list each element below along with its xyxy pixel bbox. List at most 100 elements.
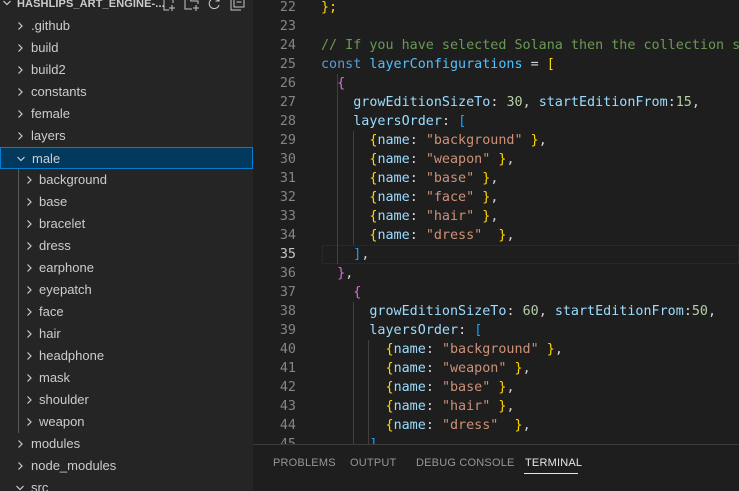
code-token: : xyxy=(683,304,692,319)
code-line[interactable]: 43 {name: "hair" }, xyxy=(253,397,739,416)
code-line[interactable]: 32 {name: "face" }, xyxy=(253,188,739,207)
chevron-right-icon[interactable] xyxy=(15,130,25,142)
code-text: {name: "base" }, xyxy=(321,378,515,397)
tree-item-label: .github xyxy=(31,18,71,33)
chevron-down-icon xyxy=(3,0,11,6)
code-editor[interactable]: 22}; 23 24 // If you have selected Solana t… xyxy=(253,0,739,444)
chevron-right-icon[interactable] xyxy=(24,416,34,428)
code-line[interactable]: 38 growEditionSizeTo: 60, startEditionFr… xyxy=(253,302,739,321)
code-text: const layerConfigurations = [ xyxy=(321,55,555,74)
code-line[interactable]: 26 { xyxy=(253,74,739,93)
refresh-icon[interactable] xyxy=(206,0,223,11)
code-line[interactable]: 22}; xyxy=(253,0,739,17)
line-number: 37 xyxy=(279,285,296,300)
code-token: } xyxy=(530,133,539,148)
tree-item-earphone[interactable]: earphone xyxy=(0,257,253,279)
code-text: }, xyxy=(321,264,353,283)
tree-item-bracelet[interactable]: bracelet xyxy=(0,213,253,235)
code-line[interactable]: 33 {name: "hair" }, xyxy=(253,207,739,226)
chevron-right-icon[interactable] xyxy=(24,350,34,362)
code-token: "base" xyxy=(441,380,491,395)
tree-item-node-modules[interactable]: node_modules xyxy=(0,455,253,477)
code-line[interactable]: 24 // If you have selected Solana then th… xyxy=(253,36,739,55)
chevron-right-icon[interactable] xyxy=(15,86,25,98)
code-line[interactable]: 29 {name: "background" }, xyxy=(253,131,739,150)
code-token: { xyxy=(337,76,346,91)
chevron-right-icon[interactable] xyxy=(15,460,25,472)
tab-terminal[interactable]: TERMINAL xyxy=(525,457,582,469)
tree-item-eyepatch[interactable]: eyepatch xyxy=(0,279,253,301)
code-line[interactable]: 39 layersOrder: [ xyxy=(253,321,739,340)
tree-item-face[interactable]: face xyxy=(0,301,253,323)
code-line[interactable]: 31 {name: "base" }, xyxy=(253,169,739,188)
indent-guide xyxy=(368,340,369,444)
chevron-right-icon[interactable] xyxy=(24,372,34,384)
code-line[interactable]: 35 ], xyxy=(253,245,739,264)
chevron-right-icon[interactable] xyxy=(15,64,25,76)
new-folder-icon[interactable] xyxy=(183,0,200,11)
code-line[interactable]: 41 {name: "weapon" }, xyxy=(253,359,739,378)
code-line[interactable]: 23 xyxy=(253,17,739,36)
tree-item-github[interactable]: .github xyxy=(0,15,253,37)
code-line[interactable]: 30 {name: "weapon" }, xyxy=(253,150,739,169)
tree-item-weapon[interactable]: weapon xyxy=(0,411,253,433)
tab-problems[interactable]: PROBLEMS xyxy=(273,457,336,469)
tab-output[interactable]: OUTPUT xyxy=(350,457,396,469)
tree-item-background[interactable]: background xyxy=(0,169,253,191)
chevron-right-icon[interactable] xyxy=(24,240,34,252)
indent-guide xyxy=(337,74,338,264)
chevron-right-icon[interactable] xyxy=(15,438,25,450)
chevron-right-icon[interactable] xyxy=(24,306,34,318)
chevron-right-icon[interactable] xyxy=(24,174,34,186)
chevron-right-icon[interactable] xyxy=(24,284,34,296)
tree-item-mask[interactable]: mask xyxy=(0,367,253,389)
chevron-right-icon[interactable] xyxy=(15,108,25,120)
tree-item-male[interactable]: male xyxy=(0,147,253,169)
code-line[interactable]: 28 layersOrder: [ xyxy=(253,112,739,131)
tree-item-shoulder[interactable]: shoulder xyxy=(0,389,253,411)
chevron-right-icon[interactable] xyxy=(24,218,34,230)
code-token: : xyxy=(458,323,475,338)
tree-item-build2[interactable]: build2 xyxy=(0,59,253,81)
chevron-down-icon[interactable] xyxy=(15,482,25,491)
chevron-right-icon[interactable] xyxy=(24,394,34,406)
tree-item-headphone[interactable]: headphone xyxy=(0,345,253,367)
chevron-right-icon[interactable] xyxy=(24,262,34,274)
code-token: : xyxy=(409,152,426,167)
code-line[interactable]: 42 {name: "base" }, xyxy=(253,378,739,397)
code-line[interactable]: 27 growEditionSizeTo: 30, startEditionFr… xyxy=(253,93,739,112)
code-line[interactable]: 37 { xyxy=(253,283,739,302)
chevron-right-icon[interactable] xyxy=(24,328,34,340)
code-line[interactable]: 45 ], xyxy=(253,435,739,444)
code-token: 30 xyxy=(506,95,523,110)
tree-item-src[interactable]: src xyxy=(0,477,253,491)
chevron-right-icon[interactable] xyxy=(15,42,25,54)
collapse-all-icon[interactable] xyxy=(229,0,246,11)
tree-item-constants[interactable]: constants xyxy=(0,81,253,103)
tree-item-hair[interactable]: hair xyxy=(0,323,253,345)
code-line[interactable]: 34 {name: "dress" }, xyxy=(253,226,739,245)
chevron-right-icon[interactable] xyxy=(15,20,25,32)
code-token: "background" xyxy=(441,342,539,357)
code-line[interactable]: 40 {name: "background" }, xyxy=(253,340,739,359)
tree-item-base[interactable]: base xyxy=(0,191,253,213)
tree-item-female[interactable]: female xyxy=(0,103,253,125)
new-file-icon[interactable] xyxy=(160,0,177,11)
explorer-root-header[interactable]: HASHLIPS_ART_ENGINE-... xyxy=(0,0,253,15)
code-token: "dress" xyxy=(441,418,499,433)
code-line[interactable]: 36 }, xyxy=(253,264,739,283)
code-line[interactable]: 44 {name: "dress" }, xyxy=(253,416,739,435)
tab-debug-console[interactable]: DEBUG CONSOLE xyxy=(416,457,515,469)
code-line[interactable]: 25 const layerConfigurations = [ xyxy=(253,55,739,74)
tree-item-layers[interactable]: layers xyxy=(0,125,253,147)
code-token: : xyxy=(425,361,442,376)
tree-item-build[interactable]: build xyxy=(0,37,253,59)
tree-item-modules[interactable]: modules xyxy=(0,433,253,455)
tree-item-dress[interactable]: dress xyxy=(0,235,253,257)
code-token: layersOrder xyxy=(353,114,442,129)
chevron-down-icon[interactable] xyxy=(16,153,26,165)
tree-item-label: bracelet xyxy=(39,216,86,231)
chevron-right-icon[interactable] xyxy=(24,196,34,208)
